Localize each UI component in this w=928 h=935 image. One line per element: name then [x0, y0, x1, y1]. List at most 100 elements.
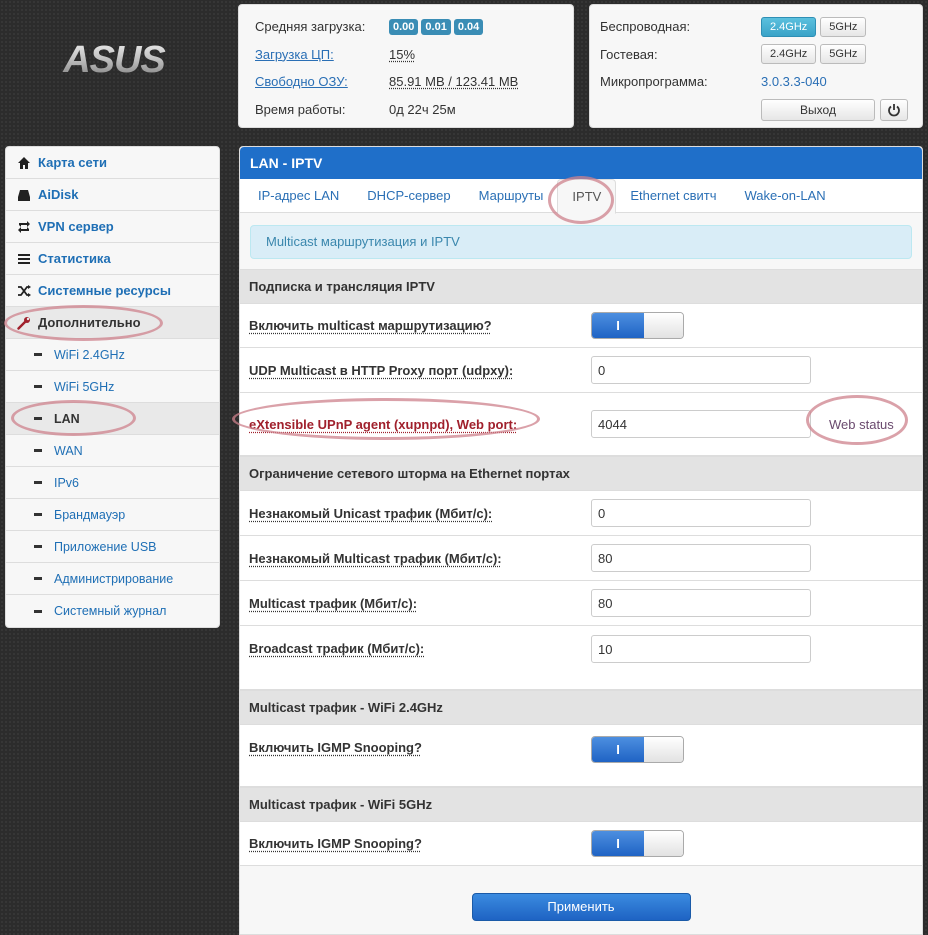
sidebar-subitem-ipv6[interactable]: IPv6: [6, 467, 219, 499]
sidebar-item-statistics[interactable]: Статистика: [6, 243, 219, 275]
sidebar-item-label: Карта сети: [38, 155, 107, 170]
sidebar-subitem-label: LAN: [54, 411, 80, 426]
firmware-label: Микропрограмма:: [600, 74, 708, 90]
sidebar-subitem-label: Системный журнал: [54, 604, 167, 618]
sidebar-subitem-label: Брандмауэр: [54, 507, 126, 522]
multicast-routing-label: Включить multicast маршрутизацию?: [249, 318, 492, 333]
tab-lan-ip[interactable]: IP-адрес LAN: [244, 179, 353, 213]
load-badge-1: 0.00: [389, 18, 419, 35]
xupnpd-row: eXtensible UPnP agent (xupnpd), Web port…: [240, 393, 922, 456]
section-wifi5-title: Multicast трафик - WiFi 5GHz: [240, 787, 922, 822]
sidebar-subitem-wifi-5[interactable]: WiFi 5GHz: [6, 371, 219, 403]
reboot-button[interactable]: [880, 98, 908, 121]
sidebar-item-advanced[interactable]: Дополнительно: [6, 307, 219, 339]
tab-iptv[interactable]: IPTV: [557, 178, 617, 214]
sidebar-subitem-label: Администрирование: [54, 571, 174, 586]
igmp-24-toggle[interactable]: I: [591, 736, 684, 763]
uptime-value: 0д 22ч 25м: [389, 101, 456, 117]
igmp-24-label: Включить IGMP Snooping?: [249, 740, 422, 755]
page-title: LAN - IPTV: [240, 147, 922, 179]
web-status-link[interactable]: Web status: [829, 417, 894, 432]
dash-icon: [34, 609, 42, 613]
sidebar-subitem-usb-app[interactable]: Приложение USB: [6, 531, 219, 563]
sidebar-subitem-administration[interactable]: Администрирование: [6, 563, 219, 595]
wireless-5ghz-button[interactable]: 5GHz: [820, 16, 867, 37]
apply-wrap: Применить: [240, 893, 922, 921]
tab-routes[interactable]: Маршруты: [465, 179, 558, 213]
sidebar-item-vpn-server[interactable]: VPN сервер: [6, 211, 219, 243]
unknown-multicast-input[interactable]: [591, 544, 811, 572]
tab-bar: IP-адрес LAN DHCP-сервер Маршруты IPTV E…: [240, 178, 922, 214]
cpu-load-link[interactable]: Загрузка ЦП:: [255, 47, 389, 62]
apply-button[interactable]: Применить: [471, 893, 691, 921]
tab-dhcp-server[interactable]: DHCP-сервер: [353, 179, 464, 213]
unicast-row: Незнакомый Unicast трафик (Мбит/с):: [240, 491, 922, 536]
unicast-label: Незнакомый Unicast трафик (Мбит/с):: [249, 505, 493, 521]
dash-icon: [34, 545, 42, 548]
sidebar-nav: Карта сети AiDisk VPN сервер Статистика …: [5, 146, 220, 628]
dash-icon: [34, 513, 42, 516]
sidebar-item-network-map[interactable]: Карта сети: [6, 147, 219, 179]
tab-wake-on-lan[interactable]: Wake-on-LAN: [730, 179, 839, 213]
broadcast-row: Broadcast трафик (Мбит/с):: [240, 626, 922, 690]
multicast-routing-toggle[interactable]: I: [591, 312, 684, 339]
wireless-status-panel: Беспроводная: 2.4GHz 5GHz Гостевая: 2.4G…: [589, 4, 923, 128]
logout-button[interactable]: Выход: [761, 98, 875, 121]
free-ram-link[interactable]: Свободно ОЗУ:: [255, 74, 389, 89]
sidebar-subitem-label: WAN: [54, 443, 83, 458]
sidebar-subitem-system-log[interactable]: Системный журнал: [6, 595, 219, 627]
sidebar-subitem-wan[interactable]: WAN: [6, 435, 219, 467]
wireless-24ghz-button[interactable]: 2.4GHz: [761, 16, 817, 37]
system-status-panel: Средняя загрузка: 0.00 0.01 0.04 Загрузк…: [238, 4, 574, 128]
udpxy-port-input[interactable]: [591, 356, 811, 384]
igmp-5-toggle[interactable]: I: [591, 830, 684, 857]
xupnpd-port-input[interactable]: [591, 410, 811, 438]
load-badge-15: 0.04: [453, 18, 484, 35]
guest-label: Гостевая:: [600, 46, 658, 62]
svg-text:ASUS: ASUS: [62, 40, 165, 80]
wireless-label: Беспроводная:: [600, 19, 691, 35]
guest-24ghz-button[interactable]: 2.4GHz: [761, 44, 817, 65]
tab-ethernet-switch[interactable]: Ethernet свитч: [616, 179, 730, 213]
toggle-on-side: I: [592, 831, 644, 856]
load-badge-5: 0.01: [421, 18, 451, 35]
igmp-5-row: Включить IGMP Snooping? I: [240, 822, 922, 866]
avg-load-label: Средняя загрузка:: [255, 19, 366, 35]
toggle-off-side: [644, 831, 683, 856]
sidebar-subitem-lan[interactable]: LAN: [6, 403, 219, 435]
sidebar-item-label: VPN сервер: [38, 219, 114, 234]
firmware-version-link[interactable]: 3.0.3.3-040: [761, 74, 827, 89]
power-icon: [888, 103, 900, 116]
list-icon: [16, 251, 32, 267]
sidebar-subitem-firewall[interactable]: Брандмауэр: [6, 499, 219, 531]
dash-icon: [34, 385, 42, 388]
sidebar-subitem-wifi-24[interactable]: WiFi 2.4GHz: [6, 339, 219, 371]
sidebar-item-label: Дополнительно: [38, 315, 141, 330]
udpxy-row: UDP Multicast в HTTP Proxy порт (udpxy):: [240, 348, 922, 393]
section-iptv-title: Подписка и трансляция IPTV: [240, 269, 922, 304]
wrench-icon: [16, 315, 32, 331]
section-storm-title: Ограничение сетевого шторма на Ethernet …: [240, 456, 922, 491]
toggle-off-side: [644, 313, 683, 338]
broadcast-input[interactable]: [591, 635, 811, 663]
uptime-label: Время работы:: [255, 101, 346, 117]
igmp-5-label: Включить IGMP Snooping?: [249, 836, 422, 851]
toggle-off-side: [644, 737, 683, 762]
multicast-label: Multicast трафик (Мбит/с):: [249, 595, 418, 611]
broadcast-label: Broadcast трафик (Мбит/с):: [249, 641, 425, 656]
dash-icon: [34, 481, 42, 484]
dash-icon: [34, 577, 42, 580]
guest-5ghz-button[interactable]: 5GHz: [820, 44, 867, 65]
sidebar-item-aidisk[interactable]: AiDisk: [6, 179, 219, 211]
unicast-input[interactable]: [591, 499, 811, 527]
unknown-multicast-label: Незнакомый Multicast трафик (Мбит/с):: [249, 550, 502, 566]
sidebar-item-label: AiDisk: [38, 187, 79, 202]
random-icon: [16, 283, 32, 299]
home-icon: [16, 155, 32, 171]
multicast-routing-row: Включить multicast маршрутизацию? I: [240, 304, 922, 348]
sidebar-item-label: Статистика: [38, 251, 111, 266]
multicast-input[interactable]: [591, 589, 811, 617]
hdd-icon: [16, 187, 32, 203]
main-panel: LAN - IPTV IP-адрес LAN DHCP-сервер Марш…: [239, 146, 923, 935]
sidebar-item-system-resources[interactable]: Системные ресурсы: [6, 275, 219, 307]
